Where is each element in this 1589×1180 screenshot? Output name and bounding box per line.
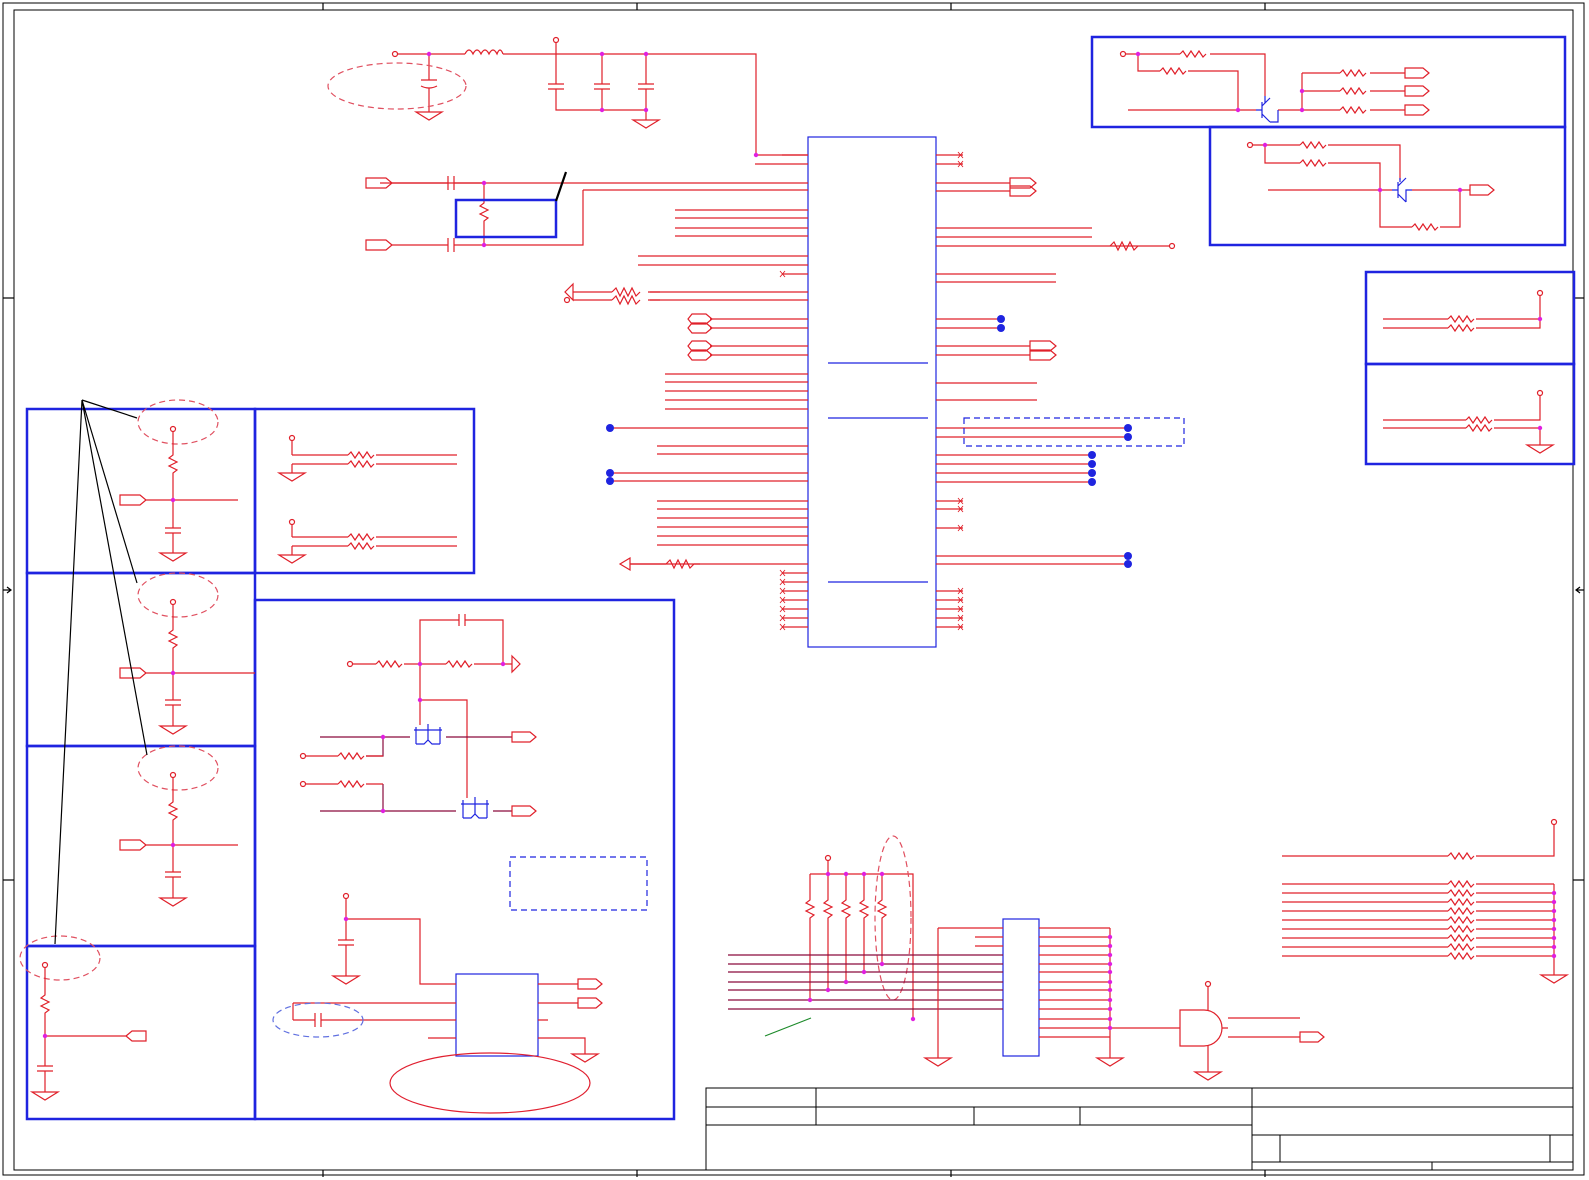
- leader-lines: [54, 399, 148, 945]
- left-panels: [25, 407, 676, 1121]
- title-block: [705, 1087, 1574, 1171]
- rc-filter-2: [119, 572, 255, 735]
- pulldown-box: [276, 434, 457, 564]
- and-gate: [1110, 980, 1325, 1081]
- main-ic-right-pins: [936, 154, 1170, 628]
- bus-connector: [728, 835, 1126, 1067]
- right-pullup-boxes: [1364, 270, 1576, 466]
- rc-filter-1: [119, 399, 238, 562]
- main-ic: [807, 136, 937, 648]
- power-filter: [327, 36, 808, 156]
- diff-input: [365, 171, 584, 252]
- drawing-frame: [2, 2, 1585, 1177]
- right-connectors: [963, 177, 1185, 447]
- main-ic-left-pins: [380, 154, 808, 628]
- oscillator: [272, 892, 603, 1114]
- rc-filter-4: [19, 935, 147, 1101]
- transistor-block: [1090, 35, 1567, 247]
- schematic-sheet: [2, 2, 1585, 1177]
- resistor-pack: [1282, 818, 1570, 984]
- rc-filter-3: [119, 745, 238, 907]
- level-shifter: [299, 614, 648, 911]
